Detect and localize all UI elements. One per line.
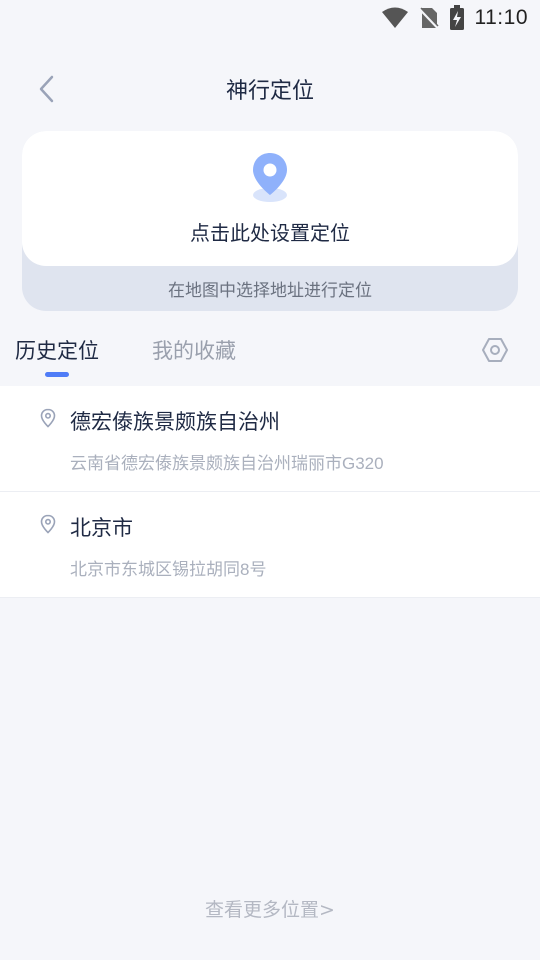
header: 神行定位 [0, 60, 540, 118]
location-title: 德宏傣族景颇族自治州 [70, 410, 280, 434]
history-list: 德宏傣族景颇族自治州 云南省德宏傣族景颇族自治州瑞丽市G320 北京市 北京市东… [0, 386, 540, 598]
tab-bar: 历史定位 我的收藏 [0, 330, 540, 386]
page-title: 神行定位 [225, 79, 314, 104]
no-sim-icon [418, 6, 439, 30]
battery-charging-icon [449, 5, 465, 31]
location-address: 云南省德宏傣族景颇族自治州瑞丽市G320 [70, 454, 384, 473]
set-location-button[interactable]: 点击此处设置定位 [22, 131, 518, 266]
settings-button[interactable] [481, 338, 509, 366]
status-time: 11:10 [474, 6, 528, 29]
hexagon-settings-icon [481, 336, 509, 368]
location-pin-icon [40, 514, 56, 538]
active-tab-indicator [45, 372, 69, 377]
set-location-label: 点击此处设置定位 [190, 221, 350, 245]
location-address: 北京市东城区锡拉胡同8号 [70, 560, 267, 579]
location-card: 点击此处设置定位 在地图中选择地址进行定位 [22, 131, 518, 311]
chevron-left-icon [37, 74, 57, 108]
back-button[interactable] [30, 74, 64, 108]
tab-history[interactable]: 历史定位 [15, 335, 99, 365]
location-pin-icon [251, 151, 289, 207]
tab-favorites[interactable]: 我的收藏 [152, 335, 236, 365]
view-more-link[interactable]: 查看更多位置> [0, 895, 540, 922]
wifi-icon [381, 7, 409, 29]
location-pin-icon [40, 408, 56, 432]
location-title: 北京市 [70, 516, 133, 540]
list-item[interactable]: 德宏傣族景颇族自治州 云南省德宏傣族景颇族自治州瑞丽市G320 [0, 386, 540, 492]
status-bar: 11:10 [0, 0, 540, 36]
list-item[interactable]: 北京市 北京市东城区锡拉胡同8号 [0, 492, 540, 598]
map-select-hint: 在地图中选择地址进行定位 [168, 281, 372, 301]
